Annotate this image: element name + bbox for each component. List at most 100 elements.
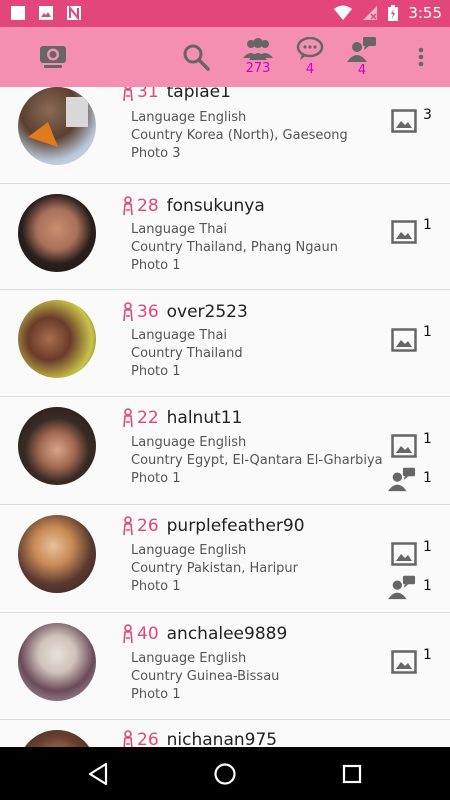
user-list: 31 tapiae1 Language English Country Kore… <box>0 87 450 747</box>
clock: 3:55 <box>408 4 442 22</box>
user-info: Language English Country Egypt, El-Qanta… <box>131 434 383 488</box>
female-icon <box>123 87 133 102</box>
user-header: 22 halnut11 <box>121 408 242 428</box>
photo-count: 1 <box>423 431 432 447</box>
status-bar: 3:55 <box>0 0 450 27</box>
chat-icon <box>296 37 324 60</box>
user-age: 40 <box>137 624 159 644</box>
user-language: Language Thai <box>131 328 228 343</box>
username: halnut11 <box>166 408 243 428</box>
list-item[interactable]: 31 tapiae1 Language English Country Kore… <box>0 87 450 184</box>
user-age: 28 <box>137 196 159 216</box>
female-icon <box>123 196 133 216</box>
female-icon <box>123 516 133 536</box>
more-vert-icon <box>418 47 424 67</box>
user-language: Language English <box>131 110 247 125</box>
user-language: Language Thai <box>131 222 228 237</box>
message-count: 1 <box>423 470 432 486</box>
avatar <box>18 194 96 272</box>
home-icon[interactable] <box>212 761 238 787</box>
username: anchalee9889 <box>166 624 288 644</box>
user-header: 26 purplefeather90 <box>121 516 305 536</box>
camera-icon <box>40 46 66 68</box>
photo-icon <box>391 328 417 352</box>
username: tapiae1 <box>166 87 231 102</box>
female-icon <box>123 730 133 747</box>
list-item[interactable]: 40 anchalee9889 Language English Country… <box>0 613 450 720</box>
photo-icon <box>391 220 417 244</box>
search-icon <box>183 44 210 71</box>
user-info: Language Thai Country Thailand, Phang Ng… <box>131 221 338 275</box>
messages-button[interactable]: 4 <box>294 27 326 87</box>
photo-count: 1 <box>423 324 432 340</box>
users-button[interactable]: 273 <box>240 27 276 87</box>
photo-icon <box>391 109 417 133</box>
avatar <box>18 515 96 593</box>
list-item[interactable]: 28 fonsukunya Language Thai Country Thai… <box>0 184 450 290</box>
avatar <box>18 730 96 747</box>
user-country: Country Guinea-Bissau <box>131 669 280 684</box>
female-icon <box>123 302 133 322</box>
user-photos: Photo 3 <box>131 146 181 161</box>
gallery-icon <box>39 6 53 20</box>
user-photos: Photo 1 <box>131 687 181 702</box>
user-photos: Photo 1 <box>131 258 181 273</box>
user-country: Country Korea (North), Gaeseong <box>131 128 348 143</box>
avatar <box>18 300 96 378</box>
no-signal-icon <box>363 6 378 20</box>
username: nichanan975 <box>166 730 278 747</box>
user-country: Country Thailand <box>131 346 243 361</box>
recents-icon[interactable] <box>339 761 365 787</box>
contact-request-icon <box>388 575 416 600</box>
user-photos: Photo 1 <box>131 471 181 486</box>
n-logo-icon <box>67 5 81 21</box>
list-item[interactable]: 26 purplefeather90 Language English Coun… <box>0 505 450 613</box>
user-age: 26 <box>137 516 159 536</box>
search-button[interactable] <box>181 27 211 87</box>
user-country: Country Pakistan, Haripur <box>131 561 299 576</box>
system-nav-bar <box>0 747 450 800</box>
wifi-icon <box>334 5 353 20</box>
users-count: 273 <box>245 61 271 76</box>
users-icon <box>243 38 273 60</box>
messages-count: 4 <box>305 62 315 77</box>
back-icon[interactable] <box>86 761 112 787</box>
user-info: Language English Country Pakistan, Harip… <box>131 542 298 596</box>
user-header: 36 over2523 <box>121 302 248 322</box>
photo-icon <box>391 434 417 458</box>
more-options-button[interactable] <box>412 27 430 87</box>
user-photos: Photo 1 <box>131 364 181 379</box>
user-header: 31 tapiae1 <box>121 87 231 102</box>
user-country: Country Thailand, Phang Ngaun <box>131 240 338 255</box>
contact-request-icon <box>347 37 376 62</box>
notification-square-icon <box>11 6 25 20</box>
camera-button[interactable] <box>36 27 70 87</box>
user-language: Language English <box>131 543 247 558</box>
female-icon <box>123 408 133 428</box>
user-header: 26 nichanan975 <box>121 730 277 747</box>
avatar <box>18 407 96 485</box>
user-language: Language English <box>131 435 247 450</box>
list-item[interactable]: 22 halnut11 Language English Country Egy… <box>0 397 450 505</box>
photo-count: 1 <box>423 647 432 663</box>
requests-count: 4 <box>357 63 367 78</box>
user-age: 31 <box>137 87 159 102</box>
photo-count: 1 <box>423 217 432 233</box>
list-item[interactable]: 36 over2523 Language Thai Country Thaila… <box>0 290 450 397</box>
contact-request-icon <box>388 467 416 492</box>
avatar <box>18 87 96 165</box>
username: purplefeather90 <box>166 516 305 536</box>
list-item[interactable]: 26 nichanan975 <box>0 720 450 747</box>
user-info: Language English Country Guinea-Bissau P… <box>131 650 279 704</box>
user-header: 40 anchalee9889 <box>121 624 287 644</box>
user-info: Language English Country Korea (North), … <box>131 109 348 163</box>
username: over2523 <box>166 302 248 322</box>
contact-requests-button[interactable]: 4 <box>346 27 378 87</box>
user-country: Country Egypt, El-Qantara El-Gharbiya <box>131 453 383 468</box>
message-count: 1 <box>423 578 432 594</box>
photo-count: 3 <box>423 107 432 123</box>
photo-icon <box>391 542 417 566</box>
battery-charging-icon <box>388 5 399 21</box>
avatar <box>18 623 96 701</box>
user-language: Language English <box>131 651 247 666</box>
